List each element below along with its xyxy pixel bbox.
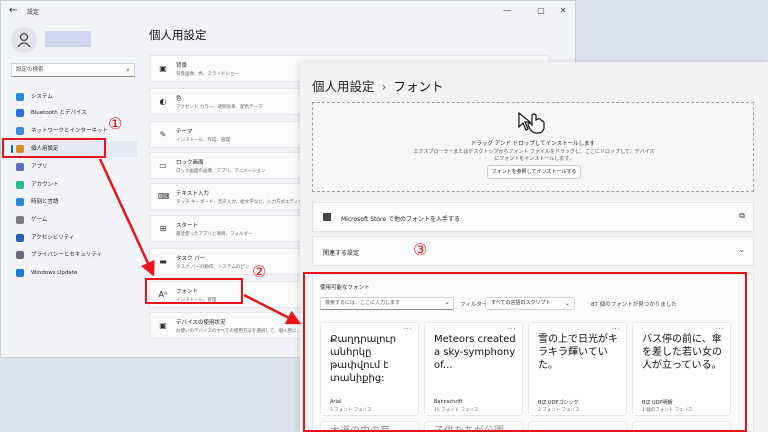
annotation-arrows: [98, 158, 302, 325]
arrow-2-to-3: [243, 293, 302, 325]
arrow-1-to-2: [98, 158, 155, 277]
